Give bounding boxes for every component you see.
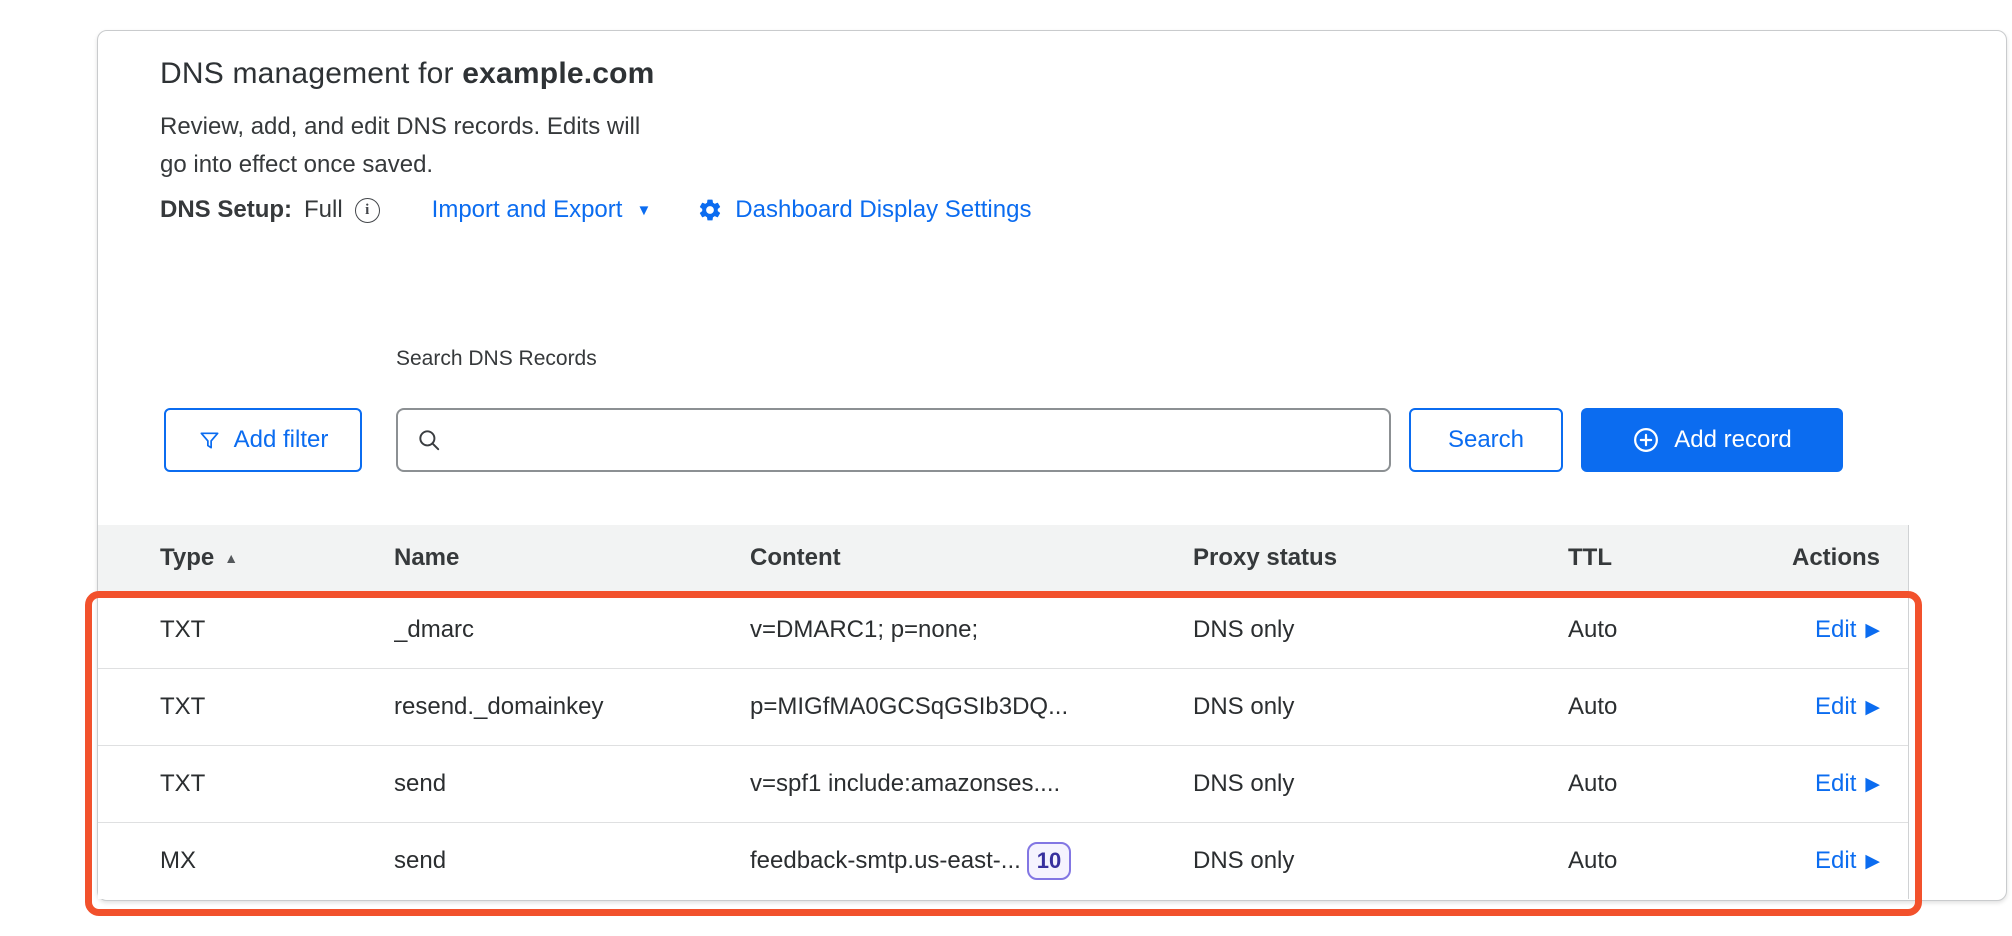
- edit-label: Edit: [1815, 693, 1856, 721]
- plus-icon: [1632, 426, 1660, 454]
- record-type: TXT: [160, 616, 394, 644]
- chevron-right-icon: ▶: [1865, 621, 1880, 640]
- table-header: Type ▲ Name Content Proxy status TTL Act…: [98, 525, 1908, 591]
- edit-button[interactable]: Edit ▶: [1815, 616, 1880, 644]
- record-type: MX: [160, 847, 394, 875]
- record-ttl: Auto: [1568, 616, 1758, 644]
- column-header-type[interactable]: Type ▲: [160, 544, 394, 572]
- edit-label: Edit: [1815, 847, 1856, 875]
- dns-setup-value: Full: [304, 196, 343, 224]
- record-name: resend._domainkey: [394, 693, 750, 721]
- dns-records-table: Type ▲ Name Content Proxy status TTL Act…: [98, 525, 1909, 899]
- chevron-down-icon: ▼: [636, 203, 651, 218]
- record-ttl: Auto: [1568, 847, 1758, 875]
- dns-setup-row: DNS Setup: Full i Import and Export ▼ Da…: [160, 191, 1031, 229]
- record-proxy-status: DNS only: [1193, 693, 1568, 721]
- edit-button[interactable]: Edit ▶: [1815, 770, 1880, 798]
- controls-row: Add filter Search Add record: [98, 408, 1908, 472]
- record-proxy-status: DNS only: [1193, 847, 1568, 875]
- chevron-right-icon: ▶: [1865, 852, 1880, 871]
- page-description: Review, add, and edit DNS records. Edits…: [160, 108, 640, 184]
- description-line-2: go into effect once saved.: [160, 151, 433, 178]
- record-ttl: Auto: [1568, 693, 1758, 721]
- description-line-1: Review, add, and edit DNS records. Edits…: [160, 113, 640, 140]
- add-record-button[interactable]: Add record: [1581, 408, 1843, 472]
- record-name: send: [394, 847, 750, 875]
- info-icon-glyph: i: [365, 202, 369, 219]
- column-header-type-label: Type: [160, 544, 214, 572]
- record-proxy-status: DNS only: [1193, 770, 1568, 798]
- table-row: TXT _dmarc v=DMARC1; p=none; DNS only Au…: [98, 591, 1908, 668]
- column-header-proxy-status[interactable]: Proxy status: [1193, 544, 1568, 572]
- record-content: feedback-smtp.us-east-...: [750, 847, 1021, 875]
- record-content: p=MIGfMA0GCSqGSIb3DQ...: [750, 693, 1068, 721]
- add-filter-button[interactable]: Add filter: [164, 408, 362, 472]
- edit-button[interactable]: Edit ▶: [1815, 693, 1880, 721]
- search-icon: [416, 427, 442, 453]
- search-input[interactable]: [454, 409, 1389, 471]
- import-export-button[interactable]: Import and Export ▼: [432, 196, 652, 224]
- record-name: _dmarc: [394, 616, 750, 644]
- edit-button[interactable]: Edit ▶: [1815, 847, 1880, 875]
- column-header-ttl[interactable]: TTL: [1568, 544, 1758, 572]
- chevron-right-icon: ▶: [1865, 698, 1880, 717]
- record-content: v=DMARC1; p=none;: [750, 616, 978, 644]
- title-prefix: DNS management for: [160, 57, 462, 90]
- dashboard-display-settings-link[interactable]: Dashboard Display Settings: [697, 196, 1031, 224]
- gear-icon: [697, 197, 723, 223]
- record-name: send: [394, 770, 750, 798]
- page-title: DNS management for example.com: [160, 56, 655, 92]
- chevron-right-icon: ▶: [1865, 775, 1880, 794]
- table-row: TXT send v=spf1 include:amazonses.... DN…: [98, 745, 1908, 822]
- column-header-name[interactable]: Name: [394, 544, 750, 572]
- mx-priority-badge: 10: [1027, 842, 1071, 880]
- record-proxy-status: DNS only: [1193, 616, 1568, 644]
- add-record-label: Add record: [1674, 426, 1791, 454]
- sort-ascending-icon: ▲: [224, 550, 238, 566]
- record-type: TXT: [160, 693, 394, 721]
- search-input-wrapper: [396, 408, 1391, 472]
- column-header-actions: Actions: [1792, 544, 1880, 572]
- import-export-label: Import and Export: [432, 196, 623, 224]
- record-type: TXT: [160, 770, 394, 798]
- add-filter-label: Add filter: [234, 426, 329, 454]
- record-ttl: Auto: [1568, 770, 1758, 798]
- record-content: v=spf1 include:amazonses....: [750, 770, 1060, 798]
- column-header-content[interactable]: Content: [750, 544, 1193, 572]
- dns-management-card: DNS management for example.com Review, a…: [97, 30, 2007, 901]
- title-domain: example.com: [462, 57, 654, 90]
- search-button[interactable]: Search: [1409, 408, 1563, 472]
- search-label: Search DNS Records: [396, 347, 597, 371]
- info-icon[interactable]: i: [355, 198, 380, 223]
- table-row: MX send feedback-smtp.us-east-... 10 DNS…: [98, 822, 1908, 899]
- edit-label: Edit: [1815, 770, 1856, 798]
- table-row: TXT resend._domainkey p=MIGfMA0GCSqGSIb3…: [98, 668, 1908, 745]
- filter-icon: [198, 429, 221, 452]
- edit-label: Edit: [1815, 616, 1856, 644]
- dns-setup-label: DNS Setup:: [160, 196, 292, 224]
- dashboard-display-settings-label: Dashboard Display Settings: [735, 196, 1031, 224]
